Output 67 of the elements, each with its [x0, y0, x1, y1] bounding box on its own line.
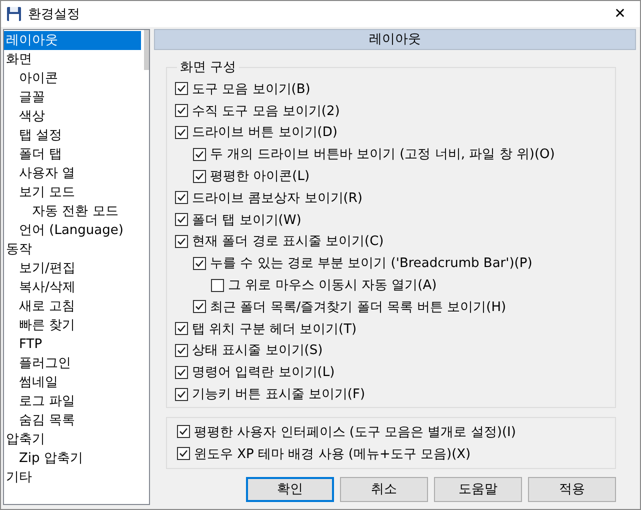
tree-item[interactable]: 사용자 열 — [4, 164, 141, 183]
checkbox-label[interactable]: 최근 폴더 목록/즐겨찾기 폴더 목록 버튼 보이기(H) — [210, 298, 506, 316]
dialog-button[interactable]: 확인 — [246, 476, 334, 502]
tree-item[interactable]: 글꼴 — [4, 88, 141, 107]
checkbox-label[interactable]: 평평한 사용자 인터페이스 (도구 모음은 별개로 설정)(I) — [194, 422, 516, 441]
tree-item[interactable]: Zip 압축기 — [4, 449, 141, 468]
checkbox[interactable] — [175, 344, 188, 357]
panel-header: 레이아웃 — [154, 29, 636, 50]
checkbox-label[interactable]: 누를 수 있는 경로 부분 보이기 ('Breadcrumb Bar')(P) — [210, 254, 532, 272]
checkbox[interactable] — [177, 447, 190, 460]
checkbox[interactable] — [193, 170, 206, 183]
checkbox-label[interactable]: 기능키 버튼 표시줄 보이기(F) — [192, 385, 366, 404]
checkbox[interactable] — [175, 234, 188, 248]
close-button[interactable]: ✕ — [600, 1, 640, 27]
tree-item[interactable]: 언어 (Language) — [4, 221, 141, 240]
checkbox-label[interactable]: 드라이브 버튼 보이기(D) — [192, 123, 338, 142]
checkbox[interactable] — [175, 388, 188, 401]
checkbox[interactable] — [193, 300, 206, 314]
tree-item[interactable]: 새로 고침 — [4, 297, 141, 316]
tree-item[interactable]: 색상 — [4, 107, 141, 126]
tree-item[interactable]: 레이아웃 — [4, 31, 141, 50]
tree-item[interactable]: 기타 — [4, 468, 141, 487]
window-title: 환경설정 — [28, 6, 81, 23]
checkbox[interactable] — [193, 256, 206, 270]
checkbox[interactable] — [175, 82, 188, 96]
dialog-button[interactable]: 도움말 — [434, 476, 522, 502]
checkbox[interactable] — [211, 278, 224, 292]
checkbox[interactable] — [175, 366, 188, 379]
checkbox[interactable] — [175, 126, 188, 139]
tree-item[interactable]: 플러그인 — [4, 354, 141, 373]
tree-item[interactable]: FTP — [4, 335, 141, 354]
checkbox-label[interactable]: 평평한 아이콘(L) — [210, 167, 310, 186]
dialog-button[interactable]: 적용 — [528, 476, 616, 502]
checkbox-label[interactable]: 드라이브 콤보상자 보이기(R) — [192, 188, 362, 207]
checkbox-label[interactable]: 명령어 입력란 보이기(L) — [192, 363, 335, 382]
checkbox[interactable] — [175, 191, 188, 204]
checkbox-label[interactable]: 두 개의 드라이브 버튼바 보이기 (고정 너비, 파일 창 위)(O) — [210, 145, 555, 164]
tree-item[interactable]: 숨김 목록 — [4, 411, 141, 430]
checkbox-label[interactable]: 윈도우 XP 테마 배경 사용 (메뉴+도구 모음)(X) — [194, 444, 471, 463]
tree-item[interactable]: 보기 모드 — [4, 183, 141, 202]
tree-item[interactable]: 탭 설정 — [4, 126, 141, 145]
checkbox[interactable] — [175, 322, 188, 336]
tree-item[interactable]: 압축기 — [4, 430, 141, 449]
checkbox-label[interactable]: 도구 모음 보이기(B) — [192, 80, 310, 98]
checkbox-label[interactable]: 그 위로 마우스 이동시 자동 열기(A) — [228, 276, 437, 294]
tree-item[interactable]: 자동 전환 모드 — [4, 202, 141, 221]
checkbox-label[interactable]: 현재 폴더 경로 표시줄 보이기(C) — [192, 232, 384, 250]
group-title: 화면 구성 — [179, 59, 238, 76]
tree-item[interactable]: 화면 — [4, 50, 141, 69]
tree-item[interactable]: 썸네일 — [4, 373, 141, 392]
checkbox[interactable] — [175, 104, 188, 118]
tree-item[interactable]: 로그 파일 — [4, 392, 141, 411]
checkbox[interactable] — [177, 425, 190, 438]
dialog-button[interactable]: 취소 — [340, 476, 428, 502]
checkbox-label[interactable]: 탭 위치 구분 헤더 보이기(T) — [192, 320, 357, 338]
tree-item[interactable]: 동작 — [4, 240, 141, 259]
checkbox[interactable] — [175, 213, 188, 226]
checkbox-label[interactable]: 상태 표시줄 보이기(S) — [192, 341, 323, 360]
checkbox-label[interactable]: 폴더 탭 보이기(W) — [192, 210, 302, 229]
tree-item[interactable]: 빠른 찾기 — [4, 316, 141, 335]
tree-item[interactable]: 폴더 탭 — [4, 145, 141, 164]
checkbox[interactable] — [193, 148, 206, 161]
scrollbar[interactable] — [144, 30, 149, 70]
checkbox-label[interactable]: 수직 도구 모음 보이기(2) — [192, 102, 340, 120]
tree-item[interactable]: 보기/편집 — [4, 259, 141, 278]
tree-item[interactable]: 아이콘 — [4, 69, 141, 88]
tree-item[interactable]: 복사/삭제 — [4, 278, 141, 297]
